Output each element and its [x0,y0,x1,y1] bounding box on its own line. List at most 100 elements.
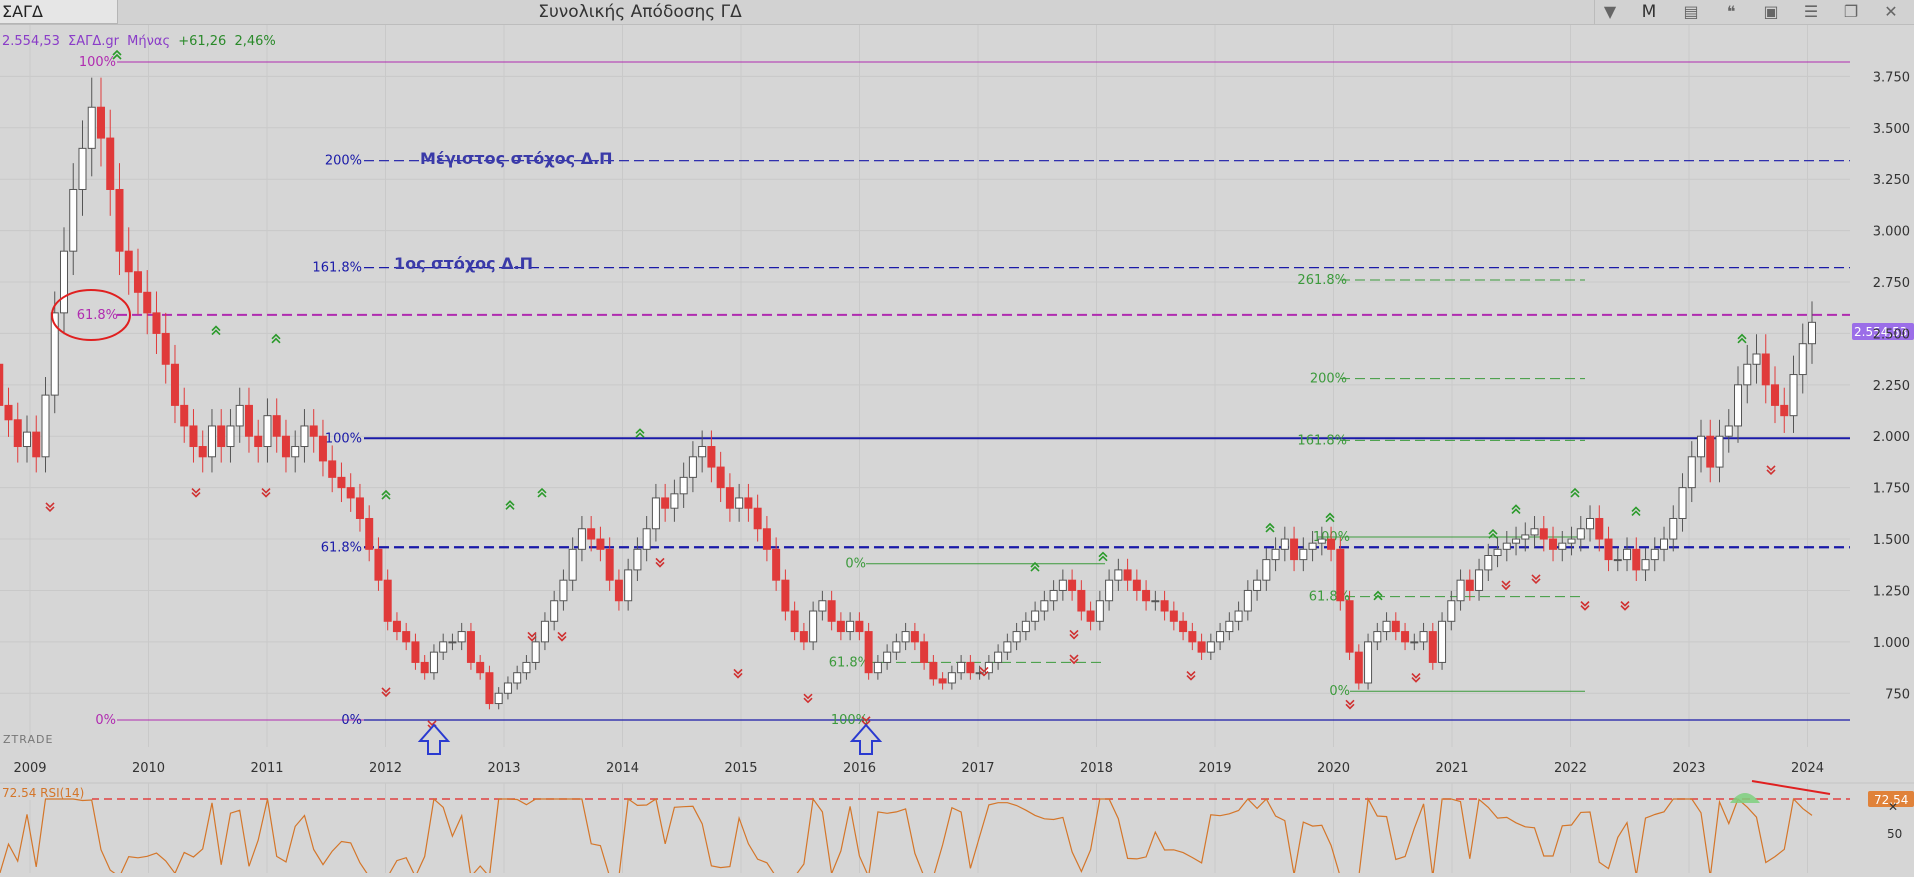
green-fib-label: 0% [845,557,866,572]
candle-body [1641,559,1650,571]
candle-body [1132,579,1141,591]
green-fib-label: 161.8% [1297,433,1347,448]
candle-body [1428,631,1437,663]
candle-body [383,579,392,622]
candle-body [152,312,161,334]
y-tick-label: 2.000 [1873,430,1910,445]
green-fib-label: 0% [1329,684,1350,699]
candle-body [522,661,531,674]
candle-body [947,672,956,684]
candle-body [698,446,707,458]
quote-period: Μήνας [127,34,170,49]
candle-body [494,692,503,705]
x-tick-label: 2022 [1554,761,1587,776]
candle-body [1632,548,1641,571]
candle-body [439,641,448,653]
candle-body [1271,548,1280,561]
menu-icon[interactable]: ☰ [1796,0,1826,24]
rsi-50-label: 50 [1887,827,1902,841]
candle-body [309,425,318,437]
candle-body [1151,600,1160,603]
candle-body [1456,579,1465,602]
candle-body [1216,631,1225,643]
candle-body [374,548,383,581]
candle-body [1197,641,1206,653]
candle-body [217,425,226,448]
max-target-label: Μέγιστος στόχος Δ.Π [420,149,613,168]
window-icon[interactable]: ▤ [1676,0,1706,24]
candle-body [1687,456,1696,489]
candle-body [180,404,189,427]
candle-body [809,610,818,643]
y-tick-label: 3.750 [1873,70,1910,85]
green-fib-label: 200% [1310,372,1347,387]
candle-body [1058,579,1067,591]
quote-price: 2.554,53 [2,34,60,49]
chart-area[interactable]: 100% 200% 161.8% 61.8% 100% 61.8% 0% 0% 261.8% 20… [0,25,1914,877]
x-tick-label: 2016 [843,761,876,776]
y-tick-label: 2.500 [1873,327,1910,342]
candle-body [1225,620,1234,633]
candle-body [873,661,882,674]
candle-body [0,363,4,406]
candle-body [1290,538,1299,561]
candle-body [929,661,938,680]
candle-body [1419,631,1428,643]
candle-body [1549,538,1558,550]
fib-level-label: 61.8% [77,308,118,323]
candle-body [1586,517,1595,530]
candle-body [1160,600,1169,612]
candle-body [735,497,744,509]
candle-body [281,435,290,458]
candle-body [910,631,919,643]
close-icon[interactable]: ✕ [1876,0,1906,24]
period-button[interactable]: M [1634,0,1664,24]
rsi-close-icon[interactable]: ✕ [1888,800,1898,814]
candle-body [1031,610,1040,622]
candle-body [1021,620,1030,633]
candle-body [143,291,152,314]
candle-body [1086,610,1095,622]
candle-body [1327,538,1336,550]
restore-icon[interactable]: ❐ [1836,0,1866,24]
candle-body [1595,517,1604,540]
symbol-input[interactable]: ΣΑΓΔ [0,0,118,24]
candle-body [540,620,549,643]
candle-body [1650,548,1659,561]
price-panel [0,25,1914,747]
candle-body [577,528,586,550]
candle-body [1003,641,1012,653]
candle-body [772,548,781,581]
candle-body [41,394,50,458]
x-tick-label: 2010 [132,761,165,776]
window-title: Συνολικής Απόδοσης ΓΔ [538,2,742,22]
candle-body [1401,631,1410,643]
quote-change-pct: 2,46% [234,34,275,49]
candle-body [124,250,133,273]
lock-icon[interactable]: ▣ [1756,0,1786,24]
dropdown-icon[interactable]: ▼ [1594,0,1625,24]
x-tick-label: 2012 [369,761,402,776]
candle-body [1438,620,1447,663]
candle-body [1567,538,1576,544]
candle-body [328,460,337,478]
watermark: ZTRADE [3,733,53,746]
candle-body [1697,435,1706,458]
fib-level-label: 100% [79,55,116,70]
candle-body [1234,610,1243,622]
quote-instrument: ΣΑΓΔ.gr [68,34,120,49]
green-fib-label: 61.8% [829,655,870,670]
candle-body [300,425,309,448]
candle-body [1299,548,1308,561]
candle-body [1179,620,1188,633]
candle-body [1789,374,1798,417]
title-bar: ΣΑΓΔ Συνολικής Απόδοσης ΓΔ ▼ M ▤ ❝ ▣ ☰ ❐… [0,0,1914,25]
comment-icon[interactable]: ❝ [1716,0,1746,24]
candle-body [1465,579,1474,591]
green-fib-label: 261.8% [1297,273,1347,288]
x-tick-label: 2023 [1672,761,1705,776]
candle-body [355,497,364,519]
candle-body [1724,425,1733,437]
candle-body [1105,579,1114,602]
fib-level-label: 61.8% [321,540,362,555]
